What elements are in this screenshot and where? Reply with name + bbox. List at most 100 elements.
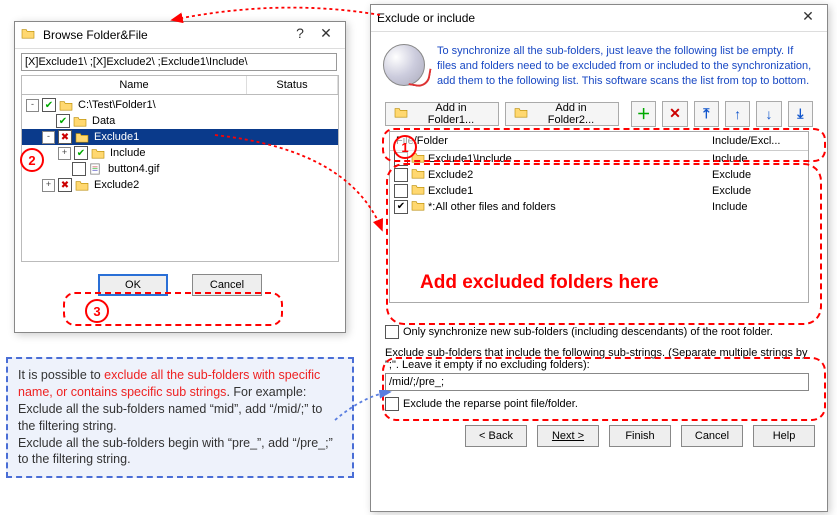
help-button[interactable]: ? (287, 25, 313, 45)
expand-toggle[interactable]: + (58, 147, 71, 160)
row-checkbox[interactable] (394, 168, 408, 182)
only-sync-label: Only synchronize new sub-folders (includ… (403, 326, 773, 338)
row-checkbox[interactable] (394, 152, 408, 166)
list-row[interactable]: Exclude1\Include Include (390, 151, 808, 167)
tree-body[interactable]: -✔C:\Test\Folder1\✔Data-✖Exclude1+✔Inclu… (21, 95, 339, 262)
remove-row-button[interactable]: ✕ (662, 101, 687, 127)
dialog-buttons: OK Cancel (15, 268, 345, 306)
excl-substr-label: Exclude sub-folders that include the fol… (381, 345, 817, 373)
back-button[interactable]: < Back (465, 425, 527, 447)
list-row[interactable]: Exclude1 Exclude (390, 183, 808, 199)
expand-toggle (58, 164, 69, 175)
tree-row[interactable]: -✔ C:\Test\Folder1\ (22, 97, 338, 113)
row-label: Exclude2 (428, 169, 473, 181)
add-in-folder1-button[interactable]: Add in Folder1... (385, 102, 499, 126)
anno-tip-box: It is possible to exclude all the sub-fo… (6, 357, 354, 478)
col-status[interactable]: Status (247, 76, 338, 94)
file-icon (89, 163, 103, 175)
exclude-include-dialog: Exclude or include ✕ To synchronize all … (370, 4, 828, 512)
tree-row[interactable]: ✔ Data (22, 113, 338, 129)
excl-reparse-row[interactable]: Exclude the reparse point file/folder. (381, 391, 817, 413)
folder-icon (411, 167, 425, 182)
ok-button[interactable]: OK (98, 274, 168, 296)
folder-add-icon (514, 106, 528, 121)
globe-icon (383, 44, 425, 86)
tree-label: Data (90, 115, 117, 127)
folder-icon (411, 151, 425, 166)
row-ie: Include (712, 201, 808, 213)
row-label: *:All other files and folders (428, 201, 556, 213)
expand-toggle[interactable]: - (26, 99, 39, 112)
include-checkbox[interactable] (72, 162, 86, 176)
cancel-button[interactable]: Cancel (681, 425, 743, 447)
add1-label: Add in Folder1... (412, 102, 490, 126)
add2-label: Add in Folder2... (532, 102, 610, 126)
path-input[interactable] (21, 53, 337, 71)
list-row[interactable]: Exclude2 Exclude (390, 167, 808, 183)
row-ie: Exclude (712, 185, 808, 197)
folder-icon (75, 131, 89, 143)
row-ie: Exclude (712, 169, 808, 181)
tree-label: C:\Test\Folder1\ (76, 99, 158, 111)
tree-header: Name Status (21, 75, 339, 95)
browse-folder-dialog: Browse Folder&File ? ✕ Name Status -✔C:\… (14, 21, 346, 333)
tree-label: Exclude2 (92, 179, 141, 191)
close-button[interactable]: ✕ (795, 8, 821, 28)
col-name[interactable]: Name (22, 76, 247, 94)
folder-add-icon (394, 106, 408, 121)
add-row-button[interactable]: ＋ (631, 101, 656, 127)
file-list[interactable]: File/Folder Include/Excl... Exclude1\Inc… (389, 131, 809, 303)
tree-row[interactable]: button4.gif (22, 161, 338, 177)
folder-icon (91, 147, 105, 159)
folder-icon (75, 179, 89, 191)
expand-toggle (42, 116, 53, 127)
tree-row[interactable]: +✖ Exclude2 (22, 177, 338, 193)
tree-row[interactable]: -✖Exclude1 (22, 129, 338, 145)
toolbar: Add in Folder1... Add in Folder2... ＋ ✕ … (381, 99, 817, 129)
include-checkbox[interactable]: ✔ (74, 146, 88, 160)
folder-icon (411, 199, 425, 214)
col-file[interactable]: File/Folder (390, 132, 706, 150)
include-checkbox[interactable]: ✖ (58, 130, 72, 144)
browse-title: Browse Folder&File (43, 28, 148, 42)
close-button[interactable]: ✕ (313, 25, 339, 45)
excl-substr-input[interactable] (385, 373, 809, 391)
folder-icon (73, 115, 87, 127)
list-header: File/Folder Include/Excl... (390, 132, 808, 151)
col-ie[interactable]: Include/Excl... (706, 132, 808, 150)
only-sync-row[interactable]: Only synchronize new sub-folders (includ… (381, 323, 817, 341)
folder-icon (21, 27, 37, 43)
next-button[interactable]: Next > (537, 425, 599, 447)
finish-button[interactable]: Finish (609, 425, 671, 447)
expand-toggle[interactable]: + (42, 179, 55, 192)
move-down-button[interactable]: ↓ (756, 101, 781, 127)
row-checkbox[interactable] (394, 184, 408, 198)
move-bottom-button[interactable]: ⤓ (788, 101, 813, 127)
tree-row[interactable]: +✔ Include (22, 145, 338, 161)
row-label: Exclude1\Include (428, 153, 512, 165)
row-label: Exclude1 (428, 185, 473, 197)
info-text: To synchronize all the sub-folders, just… (437, 44, 815, 89)
include-checkbox[interactable]: ✖ (58, 178, 72, 192)
add-in-folder2-button[interactable]: Add in Folder2... (505, 102, 619, 126)
ei-inner: To synchronize all the sub-folders, just… (371, 32, 827, 415)
only-sync-checkbox[interactable] (385, 325, 399, 339)
ei-titlebar: Exclude or include ✕ (371, 5, 827, 32)
move-up-button[interactable]: ↑ (725, 101, 750, 127)
folder-icon (411, 183, 425, 198)
tip-p1: It is possible to (18, 368, 104, 382)
include-checkbox[interactable]: ✔ (56, 114, 70, 128)
row-checkbox[interactable]: ✔ (394, 200, 408, 214)
tree-label: Include (108, 147, 147, 159)
ei-title: Exclude or include (377, 11, 475, 25)
row-ie: Include (712, 153, 808, 165)
excl-reparse-checkbox[interactable] (385, 397, 399, 411)
list-row[interactable]: ✔ *:All other files and folders Include (390, 199, 808, 215)
move-top-button[interactable]: ⤒ (694, 101, 719, 127)
wizard-buttons: < Back Next > Finish Cancel Help (371, 415, 827, 457)
include-checkbox[interactable]: ✔ (42, 98, 56, 112)
excl-reparse-label: Exclude the reparse point file/folder. (403, 398, 578, 410)
cancel-button[interactable]: Cancel (192, 274, 262, 296)
expand-toggle[interactable]: - (42, 131, 55, 144)
help-button[interactable]: Help (753, 425, 815, 447)
